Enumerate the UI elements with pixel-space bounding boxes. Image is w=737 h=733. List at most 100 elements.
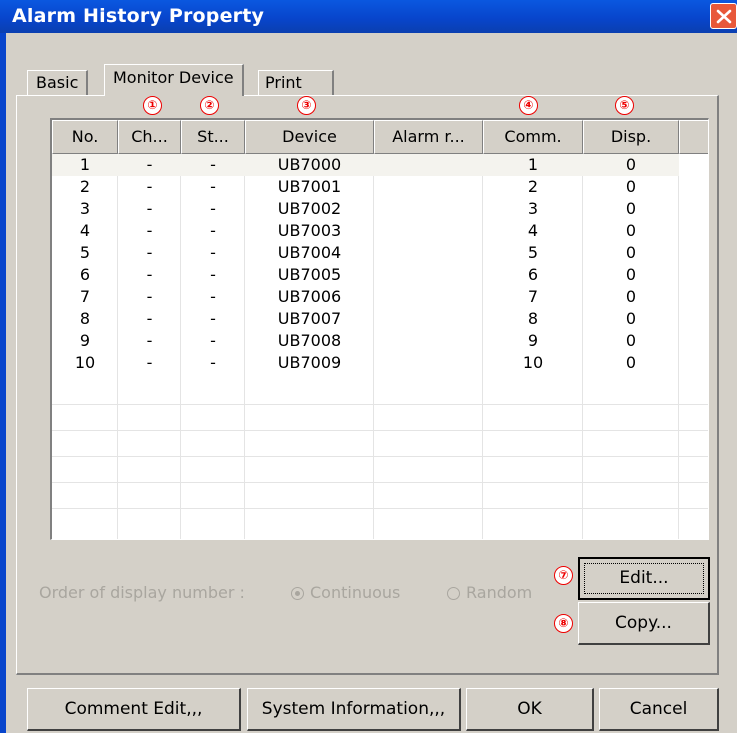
copy-button[interactable]: Copy... <box>578 602 710 645</box>
tab-monitor-device[interactable]: Monitor Device <box>104 64 244 96</box>
continuous-radio[interactable] <box>291 587 304 600</box>
cell-alarm <box>374 176 483 198</box>
table-row[interactable]: 1 - - UB7000 1 0 <box>52 154 708 176</box>
system-information-button[interactable]: System Information,,, <box>247 688 461 731</box>
window-frame-left <box>0 33 6 733</box>
cell-ch: - <box>146 221 153 240</box>
grid-header: No. Ch... St... Device Alarm r... Comm. … <box>52 120 708 154</box>
grid-line <box>52 404 708 405</box>
tab-basic[interactable]: Basic <box>27 70 89 96</box>
cell-alarm <box>374 154 483 176</box>
close-icon <box>716 9 732 24</box>
column-header-disp[interactable]: Disp. <box>583 120 679 154</box>
cell-device: UB7009 <box>277 353 342 372</box>
cell-no: 1 <box>79 155 91 174</box>
edit-button[interactable]: Edit... <box>578 557 710 600</box>
tab-print[interactable]: Print <box>258 70 334 96</box>
marker-2: ② <box>200 96 219 115</box>
cell-device: UB7001 <box>277 177 342 196</box>
close-button[interactable] <box>710 3 737 29</box>
cell-no: 4 <box>79 221 91 240</box>
table-row[interactable]: 6 - - UB7005 6 0 <box>52 264 708 286</box>
table-row[interactable]: 7 - - UB7006 7 0 <box>52 286 708 308</box>
cell-disp: 0 <box>625 221 637 240</box>
cell-disp: 0 <box>625 243 637 262</box>
column-header-st[interactable]: St... <box>181 120 245 154</box>
random-radio[interactable] <box>447 587 460 600</box>
cell-no: 7 <box>79 287 91 306</box>
table-row[interactable]: 10 - - UB7009 10 0 <box>52 352 708 374</box>
marker-3: ③ <box>297 96 316 115</box>
marker-7: ⑦ <box>554 566 573 585</box>
column-header-device[interactable]: Device <box>245 120 374 154</box>
title-bar[interactable]: Alarm History Property <box>0 0 737 33</box>
cell-disp: 0 <box>625 353 637 372</box>
cell-comm: 6 <box>527 265 539 284</box>
comment-edit-button[interactable]: Comment Edit,,, <box>27 688 241 731</box>
cell-st: - <box>210 221 216 240</box>
cell-device: UB7004 <box>277 243 342 262</box>
column-header-no[interactable]: No. <box>52 120 118 154</box>
cell-disp: 0 <box>625 155 637 174</box>
cell-ch: - <box>146 243 153 262</box>
cell-disp: 0 <box>625 177 637 196</box>
cell-ch: - <box>146 177 153 196</box>
cell-no: 2 <box>79 177 91 196</box>
cell-st: - <box>210 199 216 218</box>
marker-8: ⑧ <box>554 614 573 633</box>
ok-button[interactable]: OK <box>466 688 594 731</box>
cell-disp: 0 <box>625 309 637 328</box>
cell-device: UB7008 <box>277 331 342 350</box>
tab-monitor-device-label: Monitor Device <box>113 68 234 87</box>
marker-5: ⑤ <box>615 96 634 115</box>
cell-device: UB7006 <box>277 287 342 306</box>
table-row[interactable]: 8 - - UB7007 8 0 <box>52 308 708 330</box>
column-header-comm[interactable]: Comm. <box>483 120 583 154</box>
cell-ch: - <box>146 309 153 328</box>
continuous-radio-label: Continuous <box>310 583 401 602</box>
cell-st: - <box>210 265 216 284</box>
edit-button-label: Edit... <box>619 568 669 588</box>
column-header-ch[interactable]: Ch... <box>118 120 181 154</box>
cell-alarm <box>374 220 483 242</box>
grid-line <box>52 482 708 483</box>
cell-st: - <box>210 309 216 328</box>
cell-comm: 9 <box>527 331 539 350</box>
tab-print-label: Print <box>265 73 302 92</box>
cancel-label: Cancel <box>629 699 688 719</box>
cell-ch: - <box>146 353 153 372</box>
cell-no: 3 <box>79 199 91 218</box>
table-row[interactable]: 9 - - UB7008 9 0 <box>52 330 708 352</box>
cell-comm: 5 <box>527 243 539 262</box>
table-row[interactable]: 4 - - UB7003 4 0 <box>52 220 708 242</box>
cell-comm: 10 <box>522 353 544 372</box>
cell-comm: 4 <box>527 221 539 240</box>
cell-st: - <box>210 331 216 350</box>
system-information-label: System Information,,, <box>261 699 446 719</box>
cell-ch: - <box>146 155 153 174</box>
cell-st: - <box>210 155 216 174</box>
table-row[interactable]: 5 - - UB7004 5 0 <box>52 242 708 264</box>
grid-line <box>52 508 708 509</box>
marker-4: ④ <box>519 96 538 115</box>
cell-alarm <box>374 308 483 330</box>
table-row[interactable]: 3 - - UB7002 3 0 <box>52 198 708 220</box>
cell-device: UB7002 <box>277 199 342 218</box>
cell-comm: 3 <box>527 199 539 218</box>
monitor-device-grid[interactable]: No. Ch... St... Device Alarm r... Comm. … <box>50 118 709 540</box>
cancel-button[interactable]: Cancel <box>599 688 719 731</box>
cell-disp: 0 <box>625 331 637 350</box>
cell-device: UB7007 <box>277 309 342 328</box>
cell-no: 5 <box>79 243 91 262</box>
grid-line <box>52 456 708 457</box>
cell-alarm <box>374 264 483 286</box>
table-row[interactable]: 2 - - UB7001 2 0 <box>52 176 708 198</box>
cell-comm: 8 <box>527 309 539 328</box>
column-header-alarm[interactable]: Alarm r... <box>374 120 483 154</box>
cell-disp: 0 <box>625 265 637 284</box>
cell-comm: 7 <box>527 287 539 306</box>
order-display-label: Order of display number : <box>39 583 245 602</box>
comment-edit-label: Comment Edit,,, <box>64 699 203 719</box>
cell-alarm <box>374 198 483 220</box>
cell-comm: 1 <box>527 155 539 174</box>
